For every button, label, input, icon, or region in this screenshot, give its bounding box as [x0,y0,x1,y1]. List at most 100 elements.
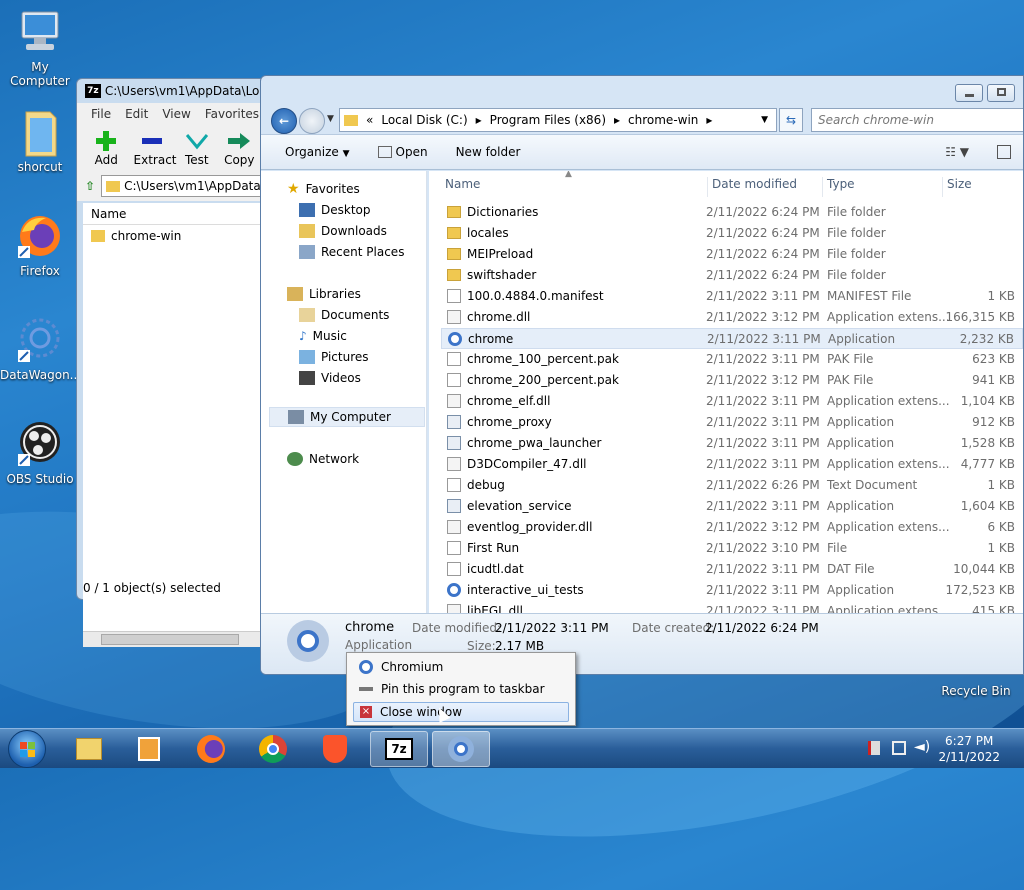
taskbar-chromium[interactable] [432,731,490,767]
add-button[interactable]: Add [91,131,122,171]
breadcrumb-chrome-win[interactable]: chrome-win [628,113,698,127]
desktop-icon-firefox[interactable]: Firefox [0,212,80,278]
jump-list-pin[interactable]: Pin this program to taskbar [353,679,569,699]
file-type: Text Document [827,478,918,492]
table-row[interactable]: chrome_200_percent.pak 2/11/2022 3:12 PM P… [441,370,1023,391]
breadcrumb-program-files[interactable]: Program Files (x86) [490,113,606,127]
nav-music[interactable]: ♪ Music [299,326,347,346]
menu-view[interactable]: View [162,107,190,121]
explorer-window[interactable]: ← ▼ « Local Disk (C:) ▸ Program Files (x8… [260,75,1024,675]
maximize-button[interactable] [987,84,1015,102]
desktop-icon-my-computer[interactable]: My Computer [0,8,80,88]
chevron-down-icon[interactable]: ▼ [327,114,334,124]
taskbar-explorer[interactable] [60,731,118,767]
column-header-date-modified[interactable]: Date modified [707,177,797,197]
sevenzip-column-header-name[interactable]: Name [83,203,275,225]
test-button[interactable]: Test [182,131,213,171]
table-row[interactable]: chrome.dll 2/11/2022 3:12 PM Application e… [441,307,1023,328]
desktop-icon-datawagon[interactable]: DataWagon... [0,316,81,382]
nav-videos[interactable]: Videos [299,368,361,388]
table-row[interactable]: D3DCompiler_47.dll 2/11/2022 3:11 PM Appli… [441,454,1023,475]
nav-libraries[interactable]: Libraries [287,284,361,304]
table-row[interactable]: chrome_pwa_launcher 2/11/2022 3:11 PM Appl… [441,433,1023,454]
table-row[interactable]: locales 2/11/2022 6:24 PM File folder [441,223,1023,244]
jump-list-close-window[interactable]: × Close window [353,702,569,722]
column-header-type[interactable]: Type [822,177,855,197]
organize-button[interactable]: Organize ▼ [285,145,350,159]
refresh-button[interactable]: ⇆ [779,108,803,132]
nav-downloads[interactable]: Downloads [299,221,387,241]
table-row[interactable]: chrome_100_percent.pak 2/11/2022 3:11 PM P… [441,349,1023,370]
file-list[interactable]: ▲ Name Date modified Type Size Dictionar… [429,171,1023,613]
folder-up-icon[interactable]: ⇧ [85,179,95,193]
table-row[interactable]: swiftshader 2/11/2022 6:24 PM File folder [441,265,1023,286]
extract-button[interactable]: Extract [134,131,177,171]
file-name: chrome_100_percent.pak [467,352,619,366]
table-row[interactable]: First Run 2/11/2022 3:10 PM File 1 KB [441,538,1023,559]
list-item[interactable]: chrome-win [83,225,275,243]
nav-pictures[interactable]: Pictures [299,347,369,367]
breadcrumb-overflow[interactable]: « [366,113,373,127]
action-center-icon[interactable] [868,741,880,755]
table-row[interactable]: chrome_elf.dll 2/11/2022 3:11 PM Applicati… [441,391,1023,412]
view-options-button[interactable]: ☷ ▼ [945,145,969,159]
sevenzip-titlebar[interactable]: 7z C:\Users\vm1\AppData\Local [77,79,275,103]
nav-recent-places[interactable]: Recent Places [299,242,404,262]
nav-desktop[interactable]: Desktop [299,200,371,220]
chevron-right-icon[interactable]: ▸ [706,113,712,127]
chevron-down-icon[interactable]: ▼ [761,115,768,125]
file-type: File folder [827,226,886,240]
forward-button[interactable] [299,108,325,134]
taskbar-media-player[interactable] [120,731,178,767]
breadcrumb-local-disk[interactable]: Local Disk (C:) [381,113,467,127]
table-row[interactable]: chrome 2/11/2022 3:11 PM Application 2,232 … [441,328,1023,349]
file-type: Application [828,332,896,346]
column-header-name[interactable]: Name [445,177,480,197]
file-size: 1,604 KB [960,499,1015,513]
new-folder-button[interactable]: New folder [456,145,521,159]
volume-icon[interactable]: ◄) [914,739,930,755]
horizontal-scrollbar[interactable] [83,631,275,647]
network-icon[interactable] [892,741,906,755]
table-row[interactable]: debug 2/11/2022 6:26 PM Text Document 1 KB [441,475,1023,496]
nav-my-computer[interactable]: My Computer [269,407,425,427]
jump-list-chromium[interactable]: Chromium [353,657,569,677]
taskbar-brave[interactable] [306,731,364,767]
back-button[interactable]: ← [271,108,297,134]
column-header-size[interactable]: Size [942,177,972,197]
menu-file[interactable]: File [91,107,111,121]
table-row[interactable]: 100.0.4884.0.manifest 2/11/2022 3:11 PM MA… [441,286,1023,307]
desktop-icon-obs[interactable]: OBS Studio [0,420,80,486]
sevenzip-path-field[interactable]: C:\Users\vm1\AppData [101,175,275,197]
table-row[interactable]: elevation_service 2/11/2022 3:11 PM Applic… [441,496,1023,517]
table-row[interactable]: Dictionaries 2/11/2022 6:24 PM File folder [441,202,1023,223]
copy-button[interactable]: Copy [224,131,255,171]
nav-favorites[interactable]: ★ Favorites [287,179,360,199]
table-row[interactable]: icudtl.dat 2/11/2022 3:11 PM DAT File 10,04… [441,559,1023,580]
menu-edit[interactable]: Edit [125,107,148,121]
table-row[interactable]: chrome_proxy 2/11/2022 3:11 PM Application… [441,412,1023,433]
table-row[interactable]: interactive_ui_tests 2/11/2022 3:11 PM App… [441,580,1023,601]
chevron-right-icon[interactable]: ▸ [476,113,482,127]
open-button[interactable]: Open [377,145,428,159]
minimize-button[interactable] [955,84,983,102]
menu-favorites[interactable]: Favorites [205,107,259,121]
sevenzip-icon: 7z [385,738,413,760]
breadcrumb[interactable]: « Local Disk (C:) ▸ Program Files (x86) ▸ … [339,108,777,132]
taskbar-firefox[interactable] [182,731,240,767]
table-row[interactable]: libEGL.dll 2/11/2022 3:11 PM Application e… [441,601,1023,613]
table-row[interactable]: eventlog_provider.dll 2/11/2022 3:12 PM Ap… [441,517,1023,538]
start-button[interactable] [8,730,46,768]
clock[interactable]: 6:27 PM 2/11/2022 [938,733,1000,765]
preview-pane-button[interactable] [997,145,1011,159]
taskbar-chrome[interactable] [244,731,302,767]
taskbar-7zip[interactable]: 7z [370,731,428,767]
desktop-icon-shortcut[interactable]: shorcut [0,108,80,174]
search-input[interactable]: Search chrome-win [811,108,1023,132]
nav-network[interactable]: Network [287,449,359,469]
list-item-label: chrome-win [111,229,182,243]
sevenzip-window[interactable]: 7z C:\Users\vm1\AppData\Local File Edit … [76,78,280,647]
table-row[interactable]: MEIPreload 2/11/2022 6:24 PM File folder [441,244,1023,265]
nav-documents[interactable]: Documents [299,305,389,325]
chevron-right-icon[interactable]: ▸ [614,113,620,127]
